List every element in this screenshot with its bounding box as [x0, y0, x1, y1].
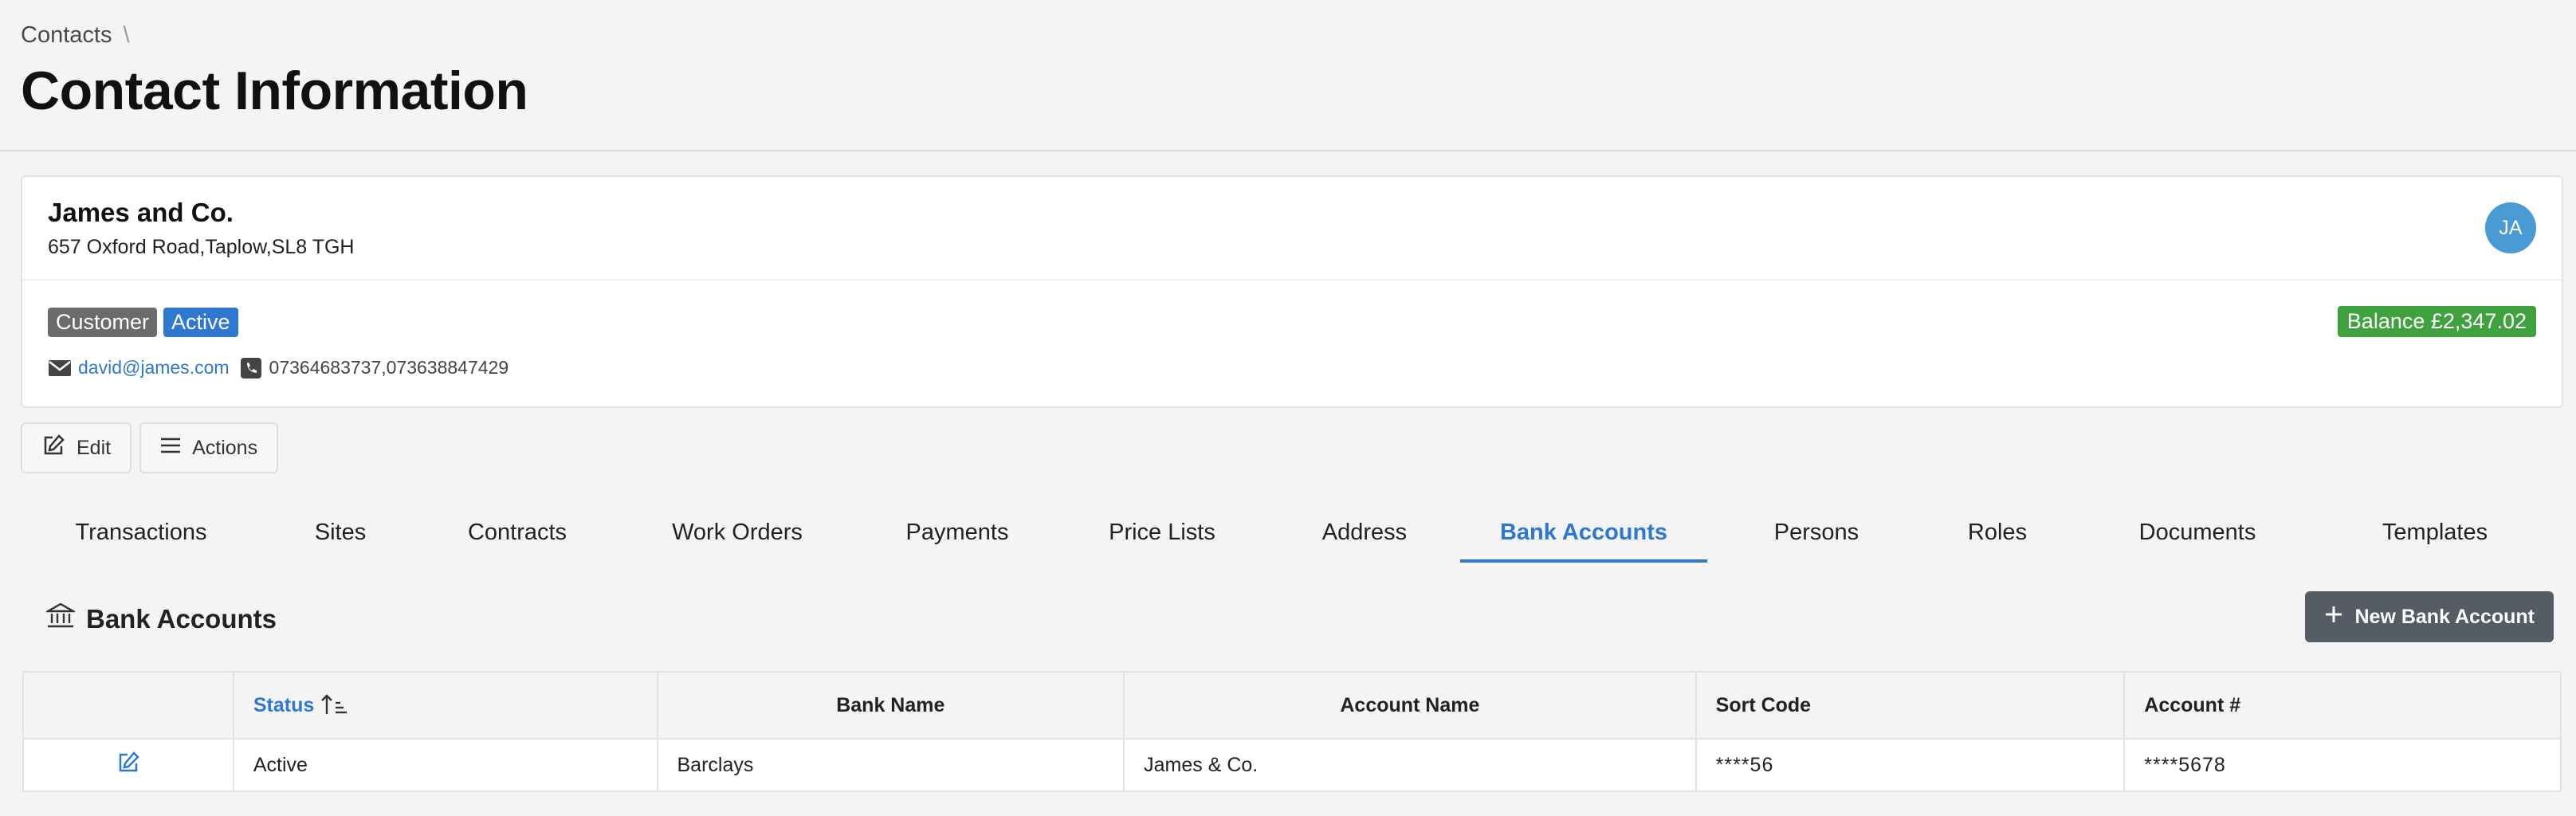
email-link[interactable]: david@james.com — [78, 357, 230, 379]
contact-card-header: James and Co. 657 Oxford Road,Taplow,SL8… — [22, 177, 2562, 280]
bank-accounts-table: Status Bank Name Account Name Sort Code … — [22, 671, 2562, 792]
tab-contracts[interactable]: Contracts — [419, 502, 615, 563]
breadcrumb-contacts-link[interactable]: Contacts — [21, 22, 112, 49]
phone-numbers: 07364683737,073638847429 — [269, 357, 509, 378]
bank-accounts-header: Bank Accounts New Bank Account — [21, 590, 2563, 645]
contact-card-body: Customer Active Balance £2,347.02 david@… — [22, 280, 2562, 408]
cell-sort-code: ****56 — [1694, 738, 2126, 792]
badge-group: Customer Active — [48, 308, 238, 337]
breadcrumb-separator: \ — [123, 22, 130, 48]
new-bank-account-button[interactable]: New Bank Account — [2305, 591, 2554, 642]
cell-status: Active — [232, 738, 658, 792]
tab-price-lists[interactable]: Price Lists — [1055, 502, 1269, 563]
tab-sites[interactable]: Sites — [261, 502, 419, 563]
column-account-number-header[interactable]: Account # — [2123, 671, 2562, 740]
row-edit-cell — [22, 738, 234, 792]
company-address: 657 Oxford Road,Taplow,SL8 TGH — [48, 236, 355, 258]
actions-button-label: Actions — [192, 436, 258, 459]
avatar[interactable]: JA — [2485, 202, 2536, 253]
new-bank-account-label: New Bank Account — [2354, 605, 2535, 628]
page-header: Contacts \ Contact Information — [21, 21, 528, 123]
contact-tabs: Transactions Sites Contracts Work Orders… — [21, 502, 2563, 563]
contact-card: James and Co. 657 Oxford Road,Taplow,SL8… — [21, 175, 2563, 408]
customer-badge: Customer — [48, 308, 158, 337]
phone-icon — [239, 357, 263, 379]
tab-payments[interactable]: Payments — [859, 502, 1055, 563]
status-header-label: Status — [253, 694, 315, 716]
sort-ascending-icon[interactable] — [320, 694, 348, 716]
column-sort-code-header[interactable]: Sort Code — [1694, 671, 2126, 740]
envelope-icon — [48, 358, 72, 379]
table-row: Active Barclays James & Co. ****56 ****5… — [22, 738, 2562, 792]
header-divider — [0, 150, 2576, 151]
tab-roles[interactable]: Roles — [1926, 502, 2069, 563]
cell-account-name: James & Co. — [1123, 738, 1697, 792]
column-status-header[interactable]: Status — [232, 671, 658, 740]
edit-button-label: Edit — [77, 436, 112, 459]
column-bank-name-header[interactable]: Bank Name — [656, 671, 1125, 740]
tab-transactions[interactable]: Transactions — [21, 502, 261, 563]
actions-button[interactable]: Actions — [139, 422, 279, 473]
breadcrumb: Contacts \ — [21, 21, 528, 49]
plus-icon — [2324, 605, 2343, 630]
company-name: James and Co. — [48, 198, 234, 227]
contact-details: david@james.com 07364683737,073638847429 — [48, 357, 509, 379]
table-header-row: Status Bank Name Account Name Sort Code … — [22, 671, 2562, 740]
contact-toolbar: Edit Actions — [21, 422, 279, 473]
tab-documents[interactable]: Documents — [2069, 502, 2326, 563]
cell-account-number: ****5678 — [2123, 738, 2562, 792]
menu-lines-icon — [160, 437, 181, 460]
status-badge: Active — [163, 308, 238, 337]
column-account-name-header[interactable]: Account Name — [1123, 671, 1697, 740]
tab-persons[interactable]: Persons — [1707, 502, 1926, 563]
tab-bank-accounts[interactable]: Bank Accounts — [1460, 502, 1707, 563]
tab-work-orders[interactable]: Work Orders — [615, 502, 859, 563]
edit-row-icon[interactable] — [116, 751, 140, 779]
cell-bank-name: Barclays — [656, 738, 1125, 792]
tab-address[interactable]: Address — [1269, 502, 1460, 563]
column-edit-header — [22, 671, 234, 740]
edit-icon — [41, 434, 65, 463]
bank-icon — [44, 602, 77, 636]
edit-button[interactable]: Edit — [21, 422, 132, 473]
page-title: Contact Information — [21, 61, 528, 121]
balance-badge: Balance £2,347.02 — [2337, 306, 2536, 337]
section-title: Bank Accounts — [44, 602, 277, 636]
tab-templates[interactable]: Templates — [2326, 502, 2544, 563]
section-title-label: Bank Accounts — [86, 604, 277, 634]
